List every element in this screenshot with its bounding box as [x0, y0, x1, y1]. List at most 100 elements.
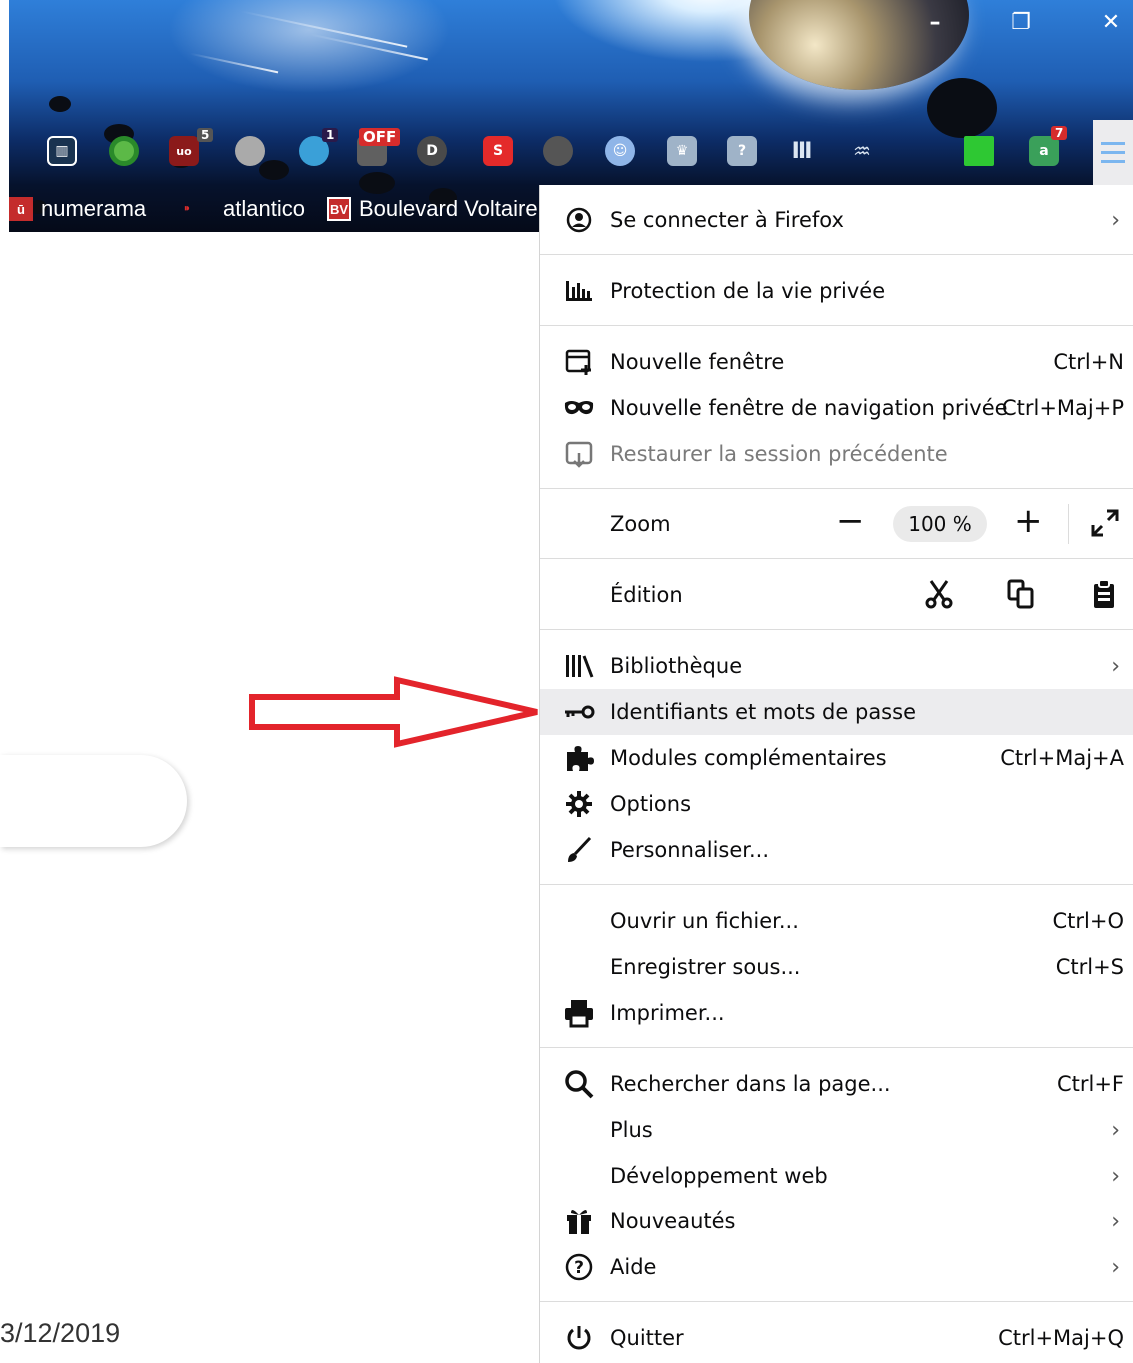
amazon-icon[interactable]: a	[1029, 136, 1059, 166]
menu-label: Aide	[610, 1255, 657, 1279]
menu-help[interactable]: ? Aide ›	[540, 1244, 1133, 1290]
menu-webdev[interactable]: Développement web ›	[540, 1153, 1133, 1199]
paste-button[interactable]	[1092, 579, 1116, 615]
minimize-button[interactable]: –	[915, 6, 955, 40]
numerama-favicon: ū	[9, 197, 33, 221]
smile-icon[interactable]: ☺	[605, 136, 635, 166]
menu-addons[interactable]: Modules complémentaires Ctrl+Maj+A	[540, 735, 1133, 781]
menu-label: Se connecter à Firefox	[610, 208, 844, 232]
menu-options[interactable]: Options	[540, 781, 1133, 827]
bookmark-label: Boulevard Voltaire	[359, 196, 538, 221]
zoom-reset-button[interactable]: 100 %	[893, 506, 987, 542]
restore-button[interactable]: ❐	[1001, 6, 1041, 40]
menu-label: Protection de la vie privée	[610, 279, 886, 303]
d-icon[interactable]: D	[417, 136, 447, 166]
paintbrush-icon	[562, 833, 596, 867]
power-icon	[562, 1321, 596, 1355]
menu-find[interactable]: Rechercher dans la page... Ctrl+F	[540, 1061, 1133, 1107]
menu-open-file[interactable]: Ouvrir un fichier... Ctrl+O	[540, 898, 1133, 944]
hat-icon[interactable]	[543, 136, 573, 166]
menu-shortcut: Ctrl+N	[1053, 350, 1124, 374]
mask-icon[interactable]: ♒	[847, 136, 877, 166]
crown-icon[interactable]: ♛	[667, 136, 697, 166]
shield-question-icon[interactable]: ?	[727, 136, 757, 166]
bookmark-numerama[interactable]: ū numerama	[9, 194, 146, 224]
menu-label: Ouvrir un fichier...	[610, 909, 799, 933]
menu-label: Développement web	[610, 1164, 828, 1188]
search-box[interactable]	[0, 755, 187, 847]
menu-logins[interactable]: Identifiants et mots de passe	[540, 689, 1133, 735]
menu-whatsnew[interactable]: Nouveautés ›	[540, 1198, 1133, 1244]
menu-shortcut: Ctrl+Maj+P	[1001, 396, 1124, 420]
robot-icon[interactable]	[235, 136, 265, 166]
menu-label: Plus	[610, 1118, 653, 1142]
fullscreen-button[interactable]	[1090, 508, 1120, 544]
cut-button[interactable]	[925, 579, 953, 615]
menu-label: Nouvelle fenêtre de navigation privée	[610, 396, 1008, 420]
menu-sign-in[interactable]: Se connecter à Firefox ›	[540, 197, 1133, 243]
menu-label: Enregistrer sous...	[610, 955, 801, 979]
green-square-icon[interactable]	[964, 136, 994, 166]
menu-shortcut: Ctrl+F	[1056, 1072, 1124, 1096]
menu-privacy[interactable]: Protection de la vie privée	[540, 268, 1133, 314]
menu-shortcut: Ctrl+Maj+A	[1000, 746, 1124, 770]
close-button[interactable]: ✕	[1091, 6, 1131, 40]
copy-button[interactable]	[1007, 579, 1035, 615]
app-menu-panel: Se connecter à Firefox › Protection de l…	[539, 185, 1133, 1363]
menu-more[interactable]: Plus ›	[540, 1107, 1133, 1153]
menu-library[interactable]: Bibliothèque ›	[540, 643, 1133, 689]
hamburger-menu-button[interactable]	[1093, 120, 1133, 185]
paste-icon	[1094, 579, 1114, 608]
zoom-out-button[interactable]: −	[836, 504, 865, 538]
chart-icon	[562, 274, 596, 308]
puzzle-icon	[562, 741, 596, 775]
menu-save-as[interactable]: Enregistrer sous... Ctrl+S	[540, 944, 1133, 990]
sidebar-icon[interactable]: ▥	[47, 136, 77, 166]
menu-shortcut: Ctrl+S	[1055, 955, 1124, 979]
chevron-right-icon: ›	[1111, 1208, 1120, 1234]
help-icon: ?	[562, 1250, 596, 1284]
account-icon	[562, 203, 596, 237]
library-icon	[562, 649, 596, 683]
bookmark-boulevard-voltaire[interactable]: BV Boulevard Voltaire	[327, 194, 538, 224]
menu-private-window[interactable]: Nouvelle fenêtre de navigation privée Ct…	[540, 385, 1133, 431]
chevron-right-icon: ›	[1111, 1163, 1120, 1189]
bookmark-atlantico[interactable]: ⁍ atlantico	[175, 194, 305, 224]
green-ring-icon[interactable]	[109, 136, 139, 166]
menu-edit-row: Édition	[540, 569, 1133, 621]
restore-session-icon	[562, 437, 596, 471]
menu-restore-session: Restaurer la session précédente	[540, 431, 1133, 477]
printer-icon	[562, 996, 596, 1030]
menu-label: Options	[610, 792, 692, 816]
menu-label: Nouveautés	[610, 1209, 736, 1233]
chevron-right-icon: ›	[1111, 207, 1120, 233]
extensions-toolbar: ▥ uo 5 1 OFF D S ☺ ♛ ? Ⅲ ♒ a 7	[9, 118, 1133, 180]
chevron-right-icon: ›	[1111, 653, 1120, 679]
menu-label: Bibliothèque	[610, 654, 743, 678]
footer-date: 3/12/2019	[0, 1318, 121, 1348]
menu-quit[interactable]: Quitter Ctrl+Maj+Q	[540, 1315, 1133, 1361]
zoom-in-button[interactable]: +	[1014, 504, 1043, 538]
amazon-badge: 7	[1051, 126, 1068, 140]
gift-icon	[562, 1204, 596, 1238]
s-icon[interactable]: S	[483, 136, 513, 166]
chevron-right-icon: ›	[1111, 1117, 1120, 1143]
menu-print[interactable]: Imprimer...	[540, 990, 1133, 1036]
bookmark-label: atlantico	[223, 196, 305, 221]
copy-icon	[1007, 579, 1034, 609]
bookmark-label: numerama	[41, 196, 147, 221]
menu-label: Identifiants et mots de passe	[610, 700, 916, 724]
menu-label: Imprimer...	[610, 1001, 725, 1025]
menu-new-window[interactable]: Nouvelle fenêtre Ctrl+N	[540, 339, 1133, 385]
menu-label: Rechercher dans la page...	[610, 1072, 891, 1096]
grid-icon[interactable]: Ⅲ	[787, 136, 817, 166]
menu-customize[interactable]: Personnaliser...	[540, 827, 1133, 873]
menu-label: Édition	[610, 583, 683, 607]
counter-badge: 1	[322, 128, 339, 142]
scissors-icon	[925, 580, 953, 609]
chevron-right-icon: ›	[1111, 1254, 1120, 1280]
menu-shortcut: Ctrl+O	[1052, 909, 1125, 933]
red-arrow-annotation	[249, 676, 538, 748]
ublock-icon[interactable]: uo	[169, 136, 199, 166]
ublock-badge: 5	[197, 128, 214, 142]
